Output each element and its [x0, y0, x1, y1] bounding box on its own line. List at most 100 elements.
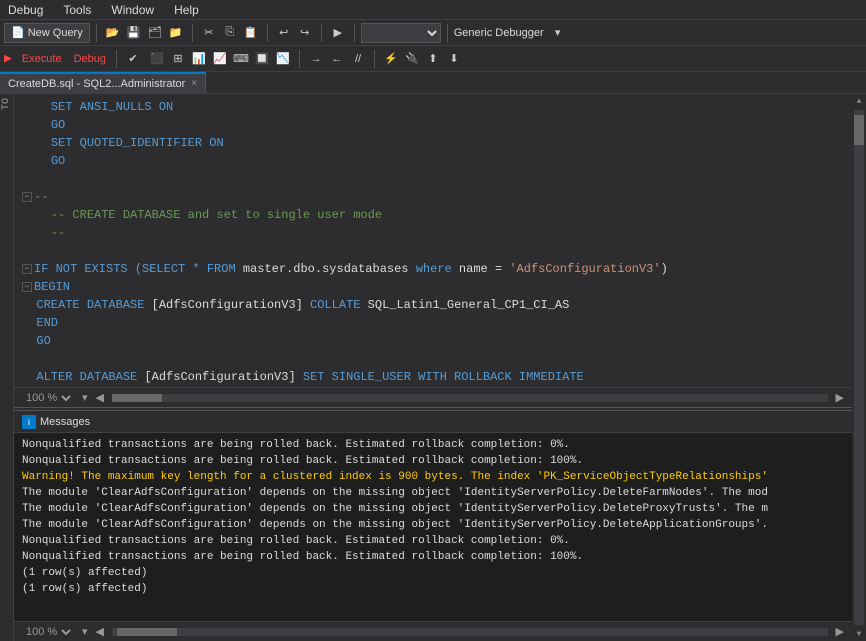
scroll-up-btn[interactable]: ▲: [852, 94, 866, 108]
editor-code: SET ANSI_NULLS ON GO SET QUOTED_IDENTIFI…: [14, 94, 852, 387]
debug-button[interactable]: Debug: [70, 53, 110, 65]
messages-bottom-bar: 100 % ▾ ◀ ▶: [14, 621, 852, 641]
file-buttons: 📂 💾 🗂 📁: [103, 23, 186, 43]
execute-button[interactable]: Execute: [18, 53, 66, 65]
estimated-plan-button[interactable]: 📊: [189, 49, 209, 69]
code-line-6: −--: [22, 188, 844, 206]
new-query-icon: 📄: [11, 26, 25, 39]
new-query-label: New Query: [28, 27, 83, 39]
debug-label: Debug: [74, 53, 106, 65]
editor-zoom-icon: ▾: [82, 391, 88, 404]
indent-button[interactable]: →: [306, 49, 326, 69]
execute-icon: ▶: [4, 51, 12, 66]
comment-button[interactable]: //: [348, 49, 368, 69]
editor-pane: SET ANSI_NULLS ON GO SET QUOTED_IDENTIFI…: [14, 94, 852, 407]
code-line-2: GO: [22, 116, 844, 134]
stop-button[interactable]: ⬛: [147, 49, 167, 69]
results-button[interactable]: ⊞: [168, 49, 188, 69]
main-content: TO SET ANSI_NULLS ON GO SET QUOTED_IDENT…: [0, 94, 866, 641]
menu-help[interactable]: Help: [170, 3, 203, 17]
conn-btn3[interactable]: ⬆: [423, 49, 443, 69]
code-line-5: [22, 170, 844, 188]
save-button[interactable]: 💾: [124, 23, 144, 43]
conn-btn1[interactable]: ⚡: [381, 49, 401, 69]
msg-line-5: The module 'ClearAdfsConfiguration' depe…: [22, 501, 844, 517]
editor-zoom-select[interactable]: 100 %: [22, 391, 74, 405]
sep8: [299, 50, 300, 68]
cut-button[interactable]: ✂: [199, 23, 219, 43]
sep4: [321, 24, 322, 42]
right-scrollbar: ▲ ▼: [852, 94, 866, 641]
messages-scroll-left-btn[interactable]: ◀: [96, 625, 104, 638]
format-buttons: → ← //: [306, 49, 368, 69]
messages-zoom-icon: ▾: [82, 625, 88, 638]
undo-redo-buttons: ↩ ↪: [274, 23, 315, 43]
tab-close-button[interactable]: ×: [191, 78, 197, 89]
h-scrollbar-messages[interactable]: [112, 628, 828, 636]
db-dropdown[interactable]: [361, 23, 441, 43]
undo-button[interactable]: ↩: [274, 23, 294, 43]
tab-title: CreateDB.sql - SQL2...Administrator: [8, 78, 185, 90]
sep2: [192, 24, 193, 42]
code-line-1: SET ANSI_NULLS ON: [22, 98, 844, 116]
h-scrollbar-editor[interactable]: [112, 394, 828, 402]
toolbar-row2: ▶ Execute Debug ✔ ⬛ ⊞ 📊 📈 ⌨ 🔲 📉 → ← // ⚡…: [0, 46, 866, 72]
conn-btn2[interactable]: 🔌: [402, 49, 422, 69]
sqlcmd-button[interactable]: ⌨: [231, 49, 251, 69]
msg-line-6: The module 'ClearAdfsConfiguration' depe…: [22, 517, 844, 533]
code-line-15: [22, 350, 844, 368]
editor-tab[interactable]: CreateDB.sql - SQL2...Administrator ×: [0, 72, 206, 93]
fold-minus-3[interactable]: −: [22, 282, 32, 292]
code-line-11: −BEGIN: [22, 278, 844, 296]
checkmark-button[interactable]: ✔: [123, 49, 143, 69]
client-stats-button[interactable]: 📉: [273, 49, 293, 69]
menu-window[interactable]: Window: [107, 3, 158, 17]
actual-plan-button[interactable]: 📈: [210, 49, 230, 69]
editor-scroll-right-btn[interactable]: ▶: [836, 391, 844, 404]
msg-line-12: (1 row(s) affected): [22, 581, 844, 597]
paste-button[interactable]: 📋: [241, 23, 261, 43]
scroll-down-btn[interactable]: ▼: [852, 627, 866, 641]
h-thumb-messages: [117, 628, 177, 636]
include-plan-button[interactable]: 🔲: [252, 49, 272, 69]
debugger-dropdown-button[interactable]: ▾: [548, 23, 568, 43]
code-line-8: --: [22, 224, 844, 242]
editor-messages-area: SET ANSI_NULLS ON GO SET QUOTED_IDENTIFI…: [14, 94, 852, 641]
menu-tools[interactable]: Tools: [59, 3, 95, 17]
open-folder-button[interactable]: 📂: [103, 23, 123, 43]
messages-scroll-right-btn[interactable]: ▶: [836, 625, 844, 638]
fold-minus-2[interactable]: −: [22, 264, 32, 274]
code-line-10: −IF NOT EXISTS (SELECT * FROM master.dbo…: [22, 260, 844, 278]
editor-scroll-left-btn[interactable]: ◀: [96, 391, 104, 404]
run-query-button[interactable]: ▶: [328, 23, 348, 43]
copy-button[interactable]: ⎘: [220, 23, 240, 43]
editor-scroll[interactable]: SET ANSI_NULLS ON GO SET QUOTED_IDENTIFI…: [14, 94, 852, 387]
new-query-button[interactable]: 📄 New Query: [4, 23, 90, 43]
msg-line-8: Nonqualified transactions are being roll…: [22, 549, 844, 565]
save-all-button[interactable]: 🗂: [145, 23, 165, 43]
conn-btn4[interactable]: ⬇: [444, 49, 464, 69]
execute-label: Execute: [22, 53, 62, 65]
fold-minus-1[interactable]: −: [22, 192, 32, 202]
redo-button[interactable]: ↪: [295, 23, 315, 43]
menu-bar: Debug Tools Window Help: [0, 0, 866, 20]
sep1: [96, 24, 97, 42]
messages-tab[interactable]: i Messages: [22, 415, 90, 429]
msg-line-1: Nonqualified transactions are being roll…: [22, 437, 844, 453]
scroll-thumb: [854, 115, 864, 145]
app-window: Debug Tools Window Help 📄 New Query 📂 💾 …: [0, 0, 866, 641]
messages-tab-bar: i Messages: [14, 411, 852, 433]
sep9: [374, 50, 375, 68]
sep3: [267, 24, 268, 42]
msg-line-7: Nonqualified transactions are being roll…: [22, 533, 844, 549]
outdent-button[interactable]: ←: [327, 49, 347, 69]
messages-zoom-select[interactable]: 100 %: [22, 625, 74, 639]
code-line-4: GO: [22, 152, 844, 170]
menu-debug[interactable]: Debug: [4, 3, 47, 17]
open-file-button[interactable]: 📁: [166, 23, 186, 43]
messages-icon: i: [22, 415, 36, 429]
msg-line-2: Nonqualified transactions are being roll…: [22, 453, 844, 469]
toolbar-row1: 📄 New Query 📂 💾 🗂 📁 ✂ ⎘ 📋 ↩ ↪ ▶ Generic …: [0, 20, 866, 46]
edit-buttons: ✂ ⎘ 📋: [199, 23, 261, 43]
scroll-track[interactable]: [854, 110, 864, 625]
